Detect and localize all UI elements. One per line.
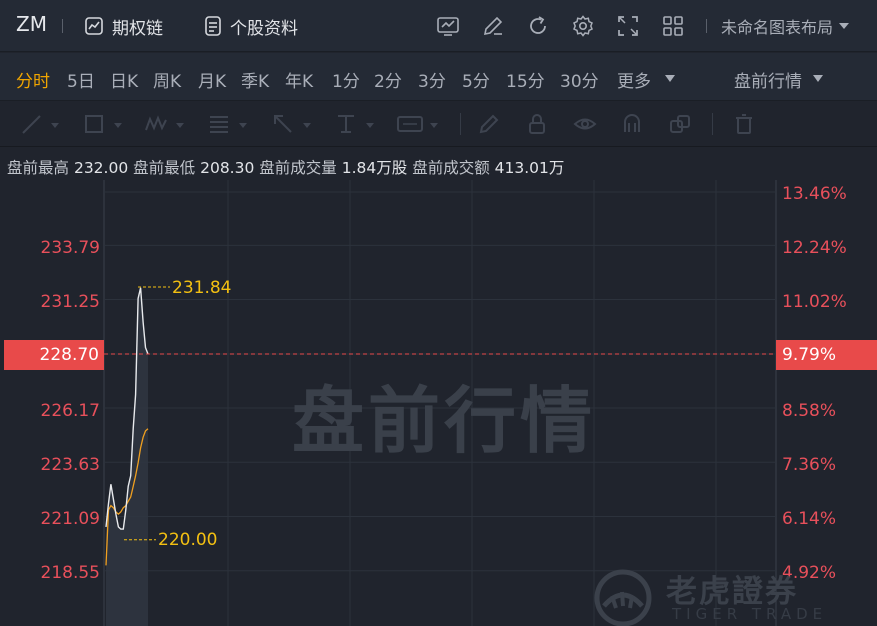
y-axis-right-label: 12.24% [782,238,847,258]
premarket-turnover-value: 413.01万 [494,159,565,177]
arrow-tool-icon[interactable] [271,112,295,136]
layout-name: 未命名图表布局 [721,18,834,37]
current-price-badge: 228.70 [4,340,104,370]
stock-profile-label: 个股资料 [230,18,298,39]
y-axis-right-label: 13.46% [782,184,847,204]
caret-down-icon [665,75,675,82]
drawing-toolbar [0,101,877,147]
options-chain-button[interactable]: 期权链 [84,13,163,39]
y-axis-right-label: 6.14% [782,509,837,529]
brand-subtitle: TIGER TRADE [672,605,828,623]
high-annotation: 231.84 [172,278,232,298]
y-axis-right-label: 11.02% [782,292,847,312]
premarket-volume-label: 盘前成交量 [259,159,337,177]
trash-icon[interactable] [732,112,756,136]
divider [712,113,713,135]
caret-down-icon [839,23,850,29]
price-area-fill [106,287,148,626]
caret-down-icon [303,123,311,128]
y-axis-right-label: 8.58% [782,401,837,421]
layers-icon[interactable] [668,112,692,136]
tiger-logo-icon [594,569,652,626]
y-axis-left-label: 221.09 [40,509,100,529]
watermark-text: 盘前行情 [292,379,597,463]
period-tab-daily[interactable]: 日K [110,67,138,92]
y-axis-left-label: 223.63 [40,455,100,475]
period-tab-more[interactable]: 更多 [617,67,651,92]
premarket-high-label: 盘前最高 [7,159,70,177]
magnet-icon[interactable] [620,112,644,136]
caret-down-icon [430,123,438,128]
layout-selector[interactable]: 未命名图表布局 [706,14,851,38]
pen-icon[interactable] [477,112,501,136]
lock-icon[interactable] [525,112,549,136]
rectangle-tool-icon[interactable] [82,112,106,136]
premarket-info: 盘前最高 232.00 盘前最低 208.30 盘前成交量 1.84万股 盘前成… [7,156,564,178]
options-chain-icon [85,17,103,35]
caret-down-icon [176,123,184,128]
period-bar: 分时 5日 日K 周K 月K 季K 年K 1分 2分 3分 5分 15分 30分… [0,53,877,143]
period-tab-3min[interactable]: 3分 [418,67,446,92]
period-tab-yearly[interactable]: 年K [285,67,313,92]
period-tab-30min[interactable]: 30分 [560,67,599,92]
caret-down-icon [366,123,374,128]
divider [706,19,707,33]
period-tab-1min[interactable]: 1分 [332,67,360,92]
y-axis-left-label: 218.55 [40,563,100,583]
divider [62,19,63,33]
low-annotation: 220.00 [158,530,218,550]
market-session-selector[interactable]: 盘前行情 [734,67,802,92]
divider [460,113,461,135]
price-label-tool-icon[interactable] [396,112,424,136]
line-tool-icon[interactable] [20,112,44,136]
period-tab-5min[interactable]: 5分 [462,67,490,92]
caret-down-icon [239,123,247,128]
chart-screen-icon[interactable] [436,14,460,38]
caret-down-icon [813,75,823,82]
premarket-high-value: 232.00 [73,159,129,177]
period-tab-weekly[interactable]: 周K [153,67,181,92]
stock-profile-button[interactable]: 个股资料 [204,13,298,39]
eye-icon[interactable] [573,112,597,136]
period-tab-quarterly[interactable]: 季K [241,67,269,92]
premarket-turnover-label: 盘前成交额 [412,159,490,177]
period-tab-timeshare[interactable]: 分时 [16,67,50,92]
period-tab-2min[interactable]: 2分 [374,67,402,92]
refresh-icon[interactable] [526,14,550,38]
premarket-volume-value: 1.84万股 [341,159,408,177]
fibonacci-tool-icon[interactable] [207,112,231,136]
fullscreen-icon[interactable] [616,14,640,38]
current-change-badge: 9.79% [776,340,877,370]
stock-symbol[interactable]: ZM [16,12,47,36]
text-tool-icon[interactable] [334,112,358,136]
premarket-low-label: 盘前最低 [133,159,196,177]
grid-layout-icon[interactable] [661,14,685,38]
y-axis-left-label: 226.17 [40,401,100,421]
y-axis-left-label: 233.79 [40,238,100,258]
caret-down-icon [51,123,59,128]
y-axis-right-label: 7.36% [782,455,837,475]
caret-down-icon [114,123,122,128]
premarket-low-value: 208.30 [200,159,255,177]
gear-icon[interactable] [571,14,595,38]
y-axis-left-label: 231.25 [40,292,100,312]
document-icon [205,16,221,36]
wave-tool-icon[interactable] [144,112,168,136]
edit-icon[interactable] [481,14,505,38]
options-chain-label: 期权链 [112,18,163,39]
period-tab-15min[interactable]: 15分 [506,67,545,92]
period-tab-monthly[interactable]: 月K [198,67,226,92]
top-bar: ZM 期权链 个股资料 未命名图表布局 [0,0,877,52]
period-tab-5day[interactable]: 5日 [67,67,95,92]
